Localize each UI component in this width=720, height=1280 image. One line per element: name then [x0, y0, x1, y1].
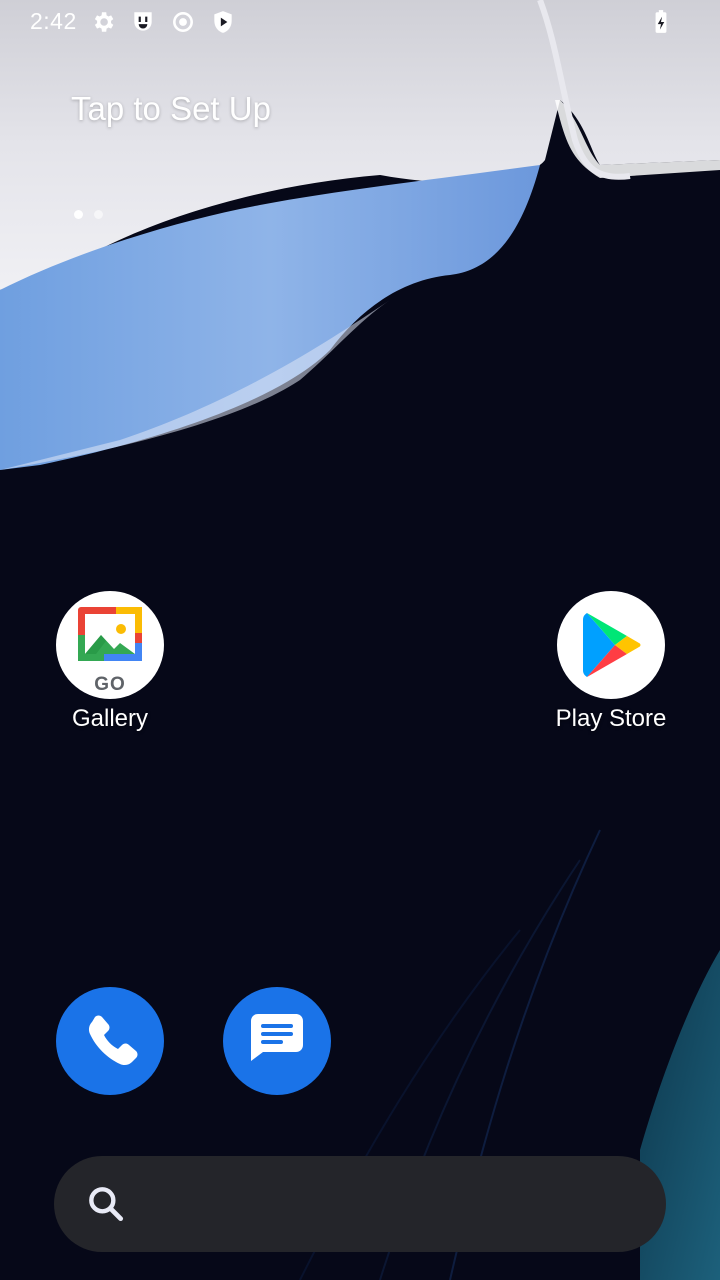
record-icon [170, 9, 196, 35]
gallery-go-badge: GO [94, 674, 126, 695]
status-bar: 2:42 [0, 0, 720, 46]
shield-face-icon [130, 9, 156, 35]
play-protect-icon [210, 9, 236, 35]
battery-charging-icon [648, 9, 674, 35]
page-dot-active [74, 210, 83, 219]
app-play-store[interactable]: Play Store [541, 591, 681, 733]
search-bar[interactable] [54, 1156, 666, 1252]
app-label-play-store: Play Store [555, 705, 667, 732]
phone-icon [56, 987, 164, 1095]
dock-phone[interactable] [40, 987, 180, 1095]
settings-icon [90, 9, 116, 35]
setup-prompt[interactable]: Tap to Set Up [71, 90, 271, 128]
play-store-icon [557, 591, 665, 699]
search-icon [84, 1182, 128, 1226]
app-gallery[interactable]: GO Gallery [40, 591, 180, 733]
messages-icon [223, 987, 331, 1095]
status-time: 2:42 [30, 8, 77, 34]
page-indicator [74, 210, 114, 220]
app-label-gallery: Gallery [71, 705, 149, 732]
gallery-go-icon: GO [56, 591, 164, 699]
dock-messages[interactable] [207, 987, 347, 1095]
page-dot [94, 210, 103, 219]
